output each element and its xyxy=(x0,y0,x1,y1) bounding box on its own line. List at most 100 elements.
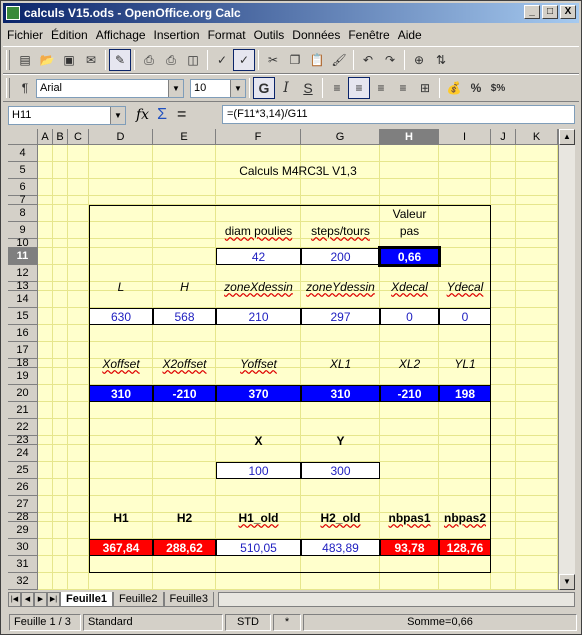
row-header[interactable]: 13 xyxy=(8,280,38,292)
redo-icon[interactable]: ↷ xyxy=(379,49,401,71)
styles-icon[interactable]: ¶ xyxy=(14,77,36,99)
cell-row15[interactable]: 297 xyxy=(301,308,380,325)
underline-button[interactable]: S xyxy=(297,77,319,99)
tab-feuille1[interactable]: Feuille1 xyxy=(60,592,113,607)
mail-icon[interactable]: ✉ xyxy=(80,49,102,71)
cell-row30[interactable]: 128,76 xyxy=(439,539,491,556)
align-left-icon[interactable]: ≡ xyxy=(326,77,348,99)
cell-row15[interactable]: 210 xyxy=(216,308,301,325)
row-header[interactable]: 14 xyxy=(8,291,38,308)
row-header[interactable]: 20 xyxy=(8,385,38,402)
menu-format[interactable]: Format xyxy=(204,28,250,42)
number-format-button[interactable]: $% xyxy=(487,77,509,99)
cell-x[interactable]: 100 xyxy=(216,462,301,479)
font-size-combo[interactable]: 10 ▼ xyxy=(190,78,246,98)
spreadsheet-grid[interactable]: ABCDEFGHIJK 4 5 6 7 8 9 10 11 12 13 14 15 16 17 18 19 20… xyxy=(8,129,575,590)
align-right-icon[interactable]: ≡ xyxy=(370,77,392,99)
name-box[interactable]: H11 ▼ xyxy=(8,105,126,125)
cell-row15[interactable]: 568 xyxy=(153,308,216,325)
horizontal-scrollbar[interactable] xyxy=(218,592,575,607)
row-header[interactable]: 18 xyxy=(8,357,38,369)
row-header[interactable]: 19 xyxy=(8,368,38,385)
row-header[interactable]: 26 xyxy=(8,479,38,496)
column-header[interactable]: E xyxy=(153,129,216,145)
hyperlink-icon[interactable]: ⊕ xyxy=(408,49,430,71)
chevron-down-icon[interactable]: ▼ xyxy=(110,106,125,124)
cell-row20[interactable]: 310 xyxy=(89,385,153,402)
column-header[interactable]: H xyxy=(380,129,439,145)
align-center-icon[interactable]: ≡ xyxy=(348,77,370,99)
column-header[interactable]: F xyxy=(216,129,301,145)
open-folder-icon[interactable]: 📂 xyxy=(36,49,58,71)
row-header[interactable]: 5 xyxy=(8,162,38,179)
font-name-combo[interactable]: Arial ▼ xyxy=(36,78,184,98)
maximize-button[interactable]: □ xyxy=(542,5,558,19)
cell-row15[interactable]: 0 xyxy=(439,308,491,325)
row-header[interactable]: 25 xyxy=(8,462,38,479)
column-header[interactable]: K xyxy=(516,129,558,145)
column-header[interactable]: I xyxy=(439,129,491,145)
first-sheet-icon[interactable]: |◀ xyxy=(8,592,21,607)
cell-row30[interactable]: 93,78 xyxy=(380,539,439,556)
print-icon[interactable]: ⎙ xyxy=(160,49,182,71)
paste-icon[interactable]: 📋 xyxy=(306,49,328,71)
menu-outils[interactable]: Outils xyxy=(250,28,289,42)
cell-row20[interactable]: 198 xyxy=(439,385,491,402)
row-header[interactable]: 32 xyxy=(8,573,38,590)
close-button[interactable]: X xyxy=(560,5,576,19)
formula-input[interactable]: =(F11*3,14)/G11 xyxy=(222,105,575,124)
undo-icon[interactable]: ↶ xyxy=(357,49,379,71)
preview-icon[interactable]: ◫ xyxy=(182,49,204,71)
cell-row30[interactable]: 483,89 xyxy=(301,539,380,556)
row-header[interactable]: 7 xyxy=(8,194,38,206)
prev-sheet-icon[interactable]: ◀ xyxy=(21,592,34,607)
row-header[interactable]: 31 xyxy=(8,556,38,573)
currency-icon[interactable]: 💰 xyxy=(443,77,465,99)
menu-fichier[interactable]: Fichier xyxy=(3,28,47,42)
cell-row30[interactable]: 367,84 xyxy=(89,539,153,556)
save-icon[interactable]: ▣ xyxy=(58,49,80,71)
clone-format-icon[interactable]: 🖌 xyxy=(328,49,350,71)
row-header[interactable]: 10 xyxy=(8,237,38,249)
row-header[interactable]: 15 xyxy=(8,308,38,325)
edit-file-icon[interactable]: ✎ xyxy=(109,49,131,71)
select-all-corner[interactable] xyxy=(8,129,38,145)
tab-feuille3[interactable]: Feuille3 xyxy=(163,592,215,607)
sort-asc-icon[interactable]: ⇅ xyxy=(430,49,452,71)
column-header[interactable]: A xyxy=(38,129,53,145)
chevron-down-icon[interactable]: ▼ xyxy=(230,79,245,97)
equals-icon[interactable]: = xyxy=(177,106,186,124)
cell-row15[interactable]: 630 xyxy=(89,308,153,325)
row-header[interactable]: 28 xyxy=(8,511,38,523)
menu-edition[interactable]: Édition xyxy=(47,28,92,42)
column-header[interactable]: J xyxy=(491,129,516,145)
scroll-down-icon[interactable]: ▼ xyxy=(559,574,575,590)
autospell-icon[interactable]: ✓ xyxy=(233,49,255,71)
function-wizard-icon[interactable]: fx xyxy=(136,107,149,123)
cell-row30[interactable]: 510,05 xyxy=(216,539,301,556)
tab-feuille2[interactable]: Feuille2 xyxy=(112,592,164,607)
cell-row15[interactable]: 0 xyxy=(380,308,439,325)
scroll-up-icon[interactable]: ▲ xyxy=(559,129,575,145)
row-header[interactable]: 23 xyxy=(8,434,38,446)
cut-icon[interactable]: ✂ xyxy=(262,49,284,71)
menu-fenetre[interactable]: Fenêtre xyxy=(344,28,393,42)
row-header[interactable]: 11 xyxy=(8,248,38,265)
cell-row30[interactable]: 288,62 xyxy=(153,539,216,556)
menu-aide[interactable]: Aide xyxy=(394,28,426,42)
merge-cells-icon[interactable]: ⊞ xyxy=(414,77,436,99)
chevron-down-icon[interactable]: ▼ xyxy=(168,79,183,97)
cell-row20[interactable]: 310 xyxy=(301,385,380,402)
justify-icon[interactable]: ≡ xyxy=(392,77,414,99)
row-header[interactable]: 4 xyxy=(8,145,38,162)
column-header[interactable]: D xyxy=(89,129,153,145)
menu-insertion[interactable]: Insertion xyxy=(150,28,204,42)
row-header[interactable]: 30 xyxy=(8,539,38,556)
row-header[interactable]: 24 xyxy=(8,445,38,462)
cell-pas-selected[interactable]: 0,66 xyxy=(378,246,441,267)
cell-diam[interactable]: 42 xyxy=(216,248,301,265)
new-doc-icon[interactable]: ▤ xyxy=(14,49,36,71)
next-sheet-icon[interactable]: ▶ xyxy=(34,592,47,607)
cell-y[interactable]: 300 xyxy=(301,462,380,479)
cell-row20[interactable]: -210 xyxy=(380,385,439,402)
